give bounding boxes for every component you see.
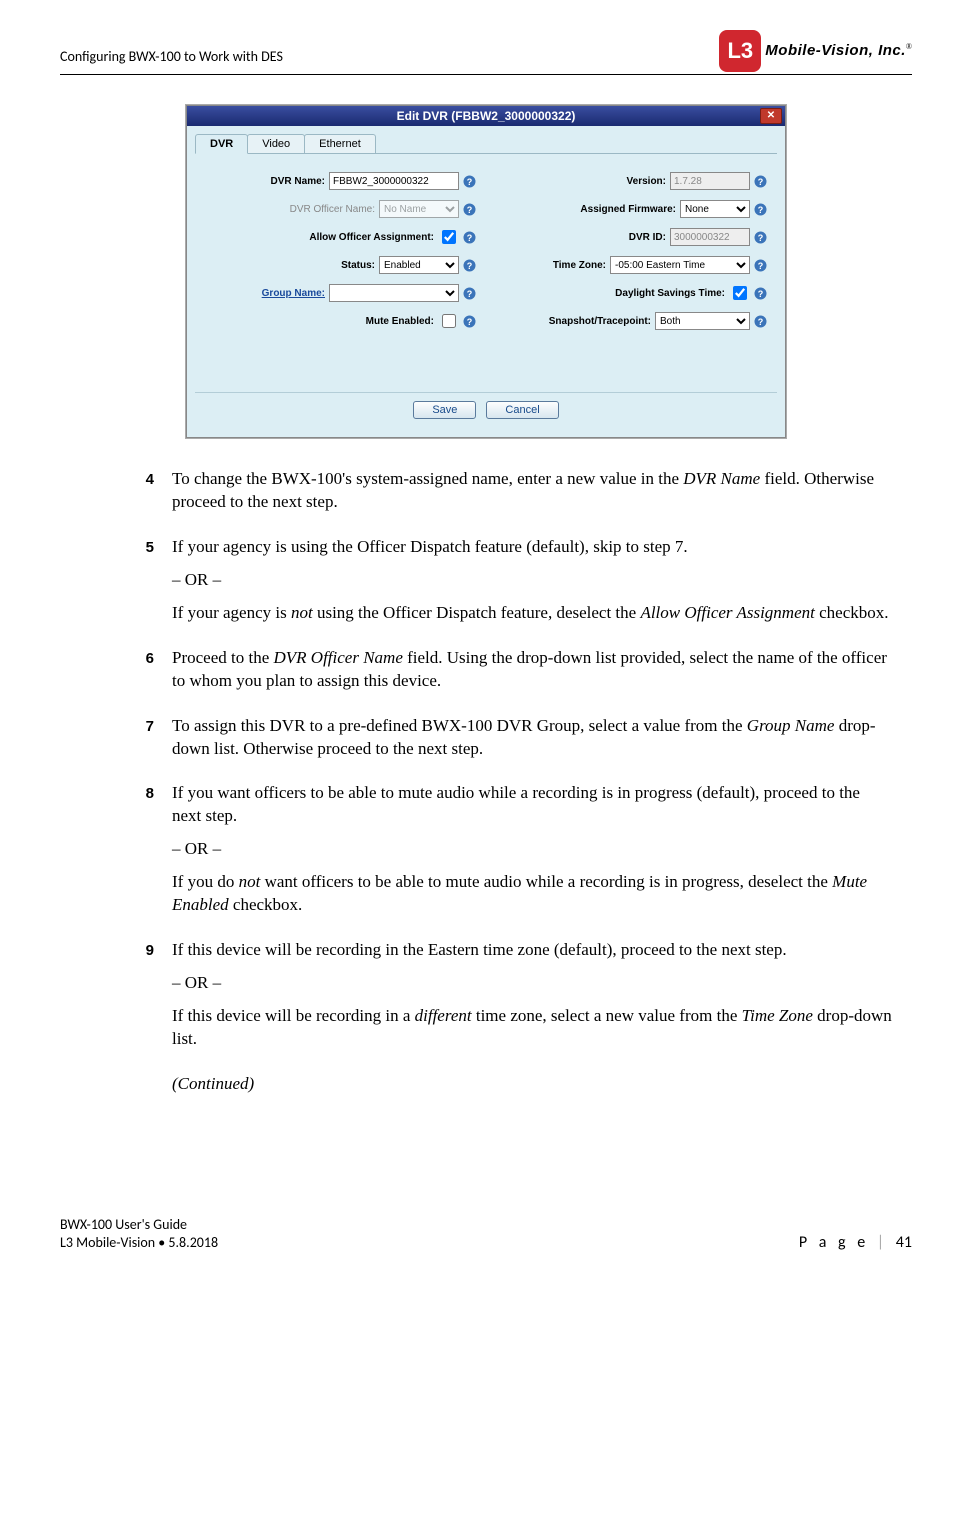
label-version: Version: <box>627 176 666 187</box>
group-name-select[interactable] <box>329 284 459 302</box>
label-timezone: Time Zone: <box>553 260 606 271</box>
row-snapshot: Snapshot/Tracepoint: Both ? <box>496 310 767 332</box>
label-dvr-id: DVR ID: <box>629 232 666 243</box>
timezone-select[interactable]: -05:00 Eastern Time <box>610 256 750 274</box>
dialog-title: Edit DVR (FBBW2_3000000322) <box>397 109 576 123</box>
svg-text:?: ? <box>758 177 764 187</box>
help-icon[interactable]: ? <box>463 287 476 300</box>
snapshot-select[interactable]: Both <box>655 312 750 330</box>
label-status: Status: <box>341 260 375 271</box>
svg-text:?: ? <box>758 317 764 327</box>
step-9: 9 If this device will be recording in th… <box>140 939 892 1096</box>
help-icon[interactable]: ? <box>754 259 767 272</box>
page-number: 41 <box>896 1233 912 1252</box>
step-6: 6 Proceed to the DVR Officer Name field.… <box>140 647 892 693</box>
row-version: Version: ? <box>496 170 767 192</box>
help-icon[interactable]: ? <box>463 203 476 216</box>
step-number: 4 <box>140 468 154 514</box>
label-officer-name: DVR Officer Name: <box>290 204 375 215</box>
svg-text:?: ? <box>758 233 764 243</box>
separator-icon: | <box>877 1233 884 1252</box>
svg-text:?: ? <box>467 261 473 271</box>
row-timezone: Time Zone: -05:00 Eastern Time ? <box>496 254 767 276</box>
tab-video[interactable]: Video <box>247 134 305 153</box>
step-number: 5 <box>140 536 154 625</box>
page-header: Configuring BWX-100 to Work with DES L3 … <box>60 30 912 75</box>
row-dvr-id: DVR ID: ? <box>496 226 767 248</box>
page-footer: BWX-100 User's Guide L3 Mobile-Vision • … <box>60 1216 912 1252</box>
label-allow-officer: Allow Officer Assignment: <box>309 232 434 243</box>
help-icon[interactable]: ? <box>754 175 767 188</box>
step-5: 5 If your agency is using the Officer Di… <box>140 536 892 625</box>
row-dvr-name: DVR Name: ? <box>205 170 476 192</box>
mute-checkbox[interactable] <box>442 314 456 328</box>
row-status: Status: Enabled ? <box>205 254 476 276</box>
label-mute: Mute Enabled: <box>366 316 434 327</box>
logo: L3 Mobile-Vision, Inc.® <box>719 30 912 72</box>
svg-text:?: ? <box>758 289 764 299</box>
logo-mark: L3 <box>719 30 761 72</box>
row-mute: Mute Enabled: ? <box>205 310 476 332</box>
status-select[interactable]: Enabled <box>379 256 459 274</box>
label-dvr-name: DVR Name: <box>271 176 325 187</box>
registered-icon: ® <box>906 42 912 51</box>
tab-ethernet[interactable]: Ethernet <box>304 134 376 153</box>
close-icon[interactable]: ✕ <box>760 108 782 124</box>
svg-text:?: ? <box>758 261 764 271</box>
help-icon[interactable]: ? <box>463 259 476 272</box>
help-icon[interactable]: ? <box>754 287 767 300</box>
tab-row: DVR Video Ethernet <box>195 134 777 154</box>
header-title: Configuring BWX-100 to Work with DES <box>60 30 283 65</box>
cancel-button[interactable]: Cancel <box>486 401 558 419</box>
instruction-steps: 4 To change the BWX-100's system-assigne… <box>60 468 912 1096</box>
step-4: 4 To change the BWX-100's system-assigne… <box>140 468 892 514</box>
dst-checkbox[interactable] <box>733 286 747 300</box>
row-officer-name: DVR Officer Name: No Name ? <box>205 198 476 220</box>
svg-text:?: ? <box>467 233 473 243</box>
step-number: 8 <box>140 782 154 917</box>
svg-text:?: ? <box>467 205 473 215</box>
officer-name-select[interactable]: No Name <box>379 200 459 218</box>
help-icon[interactable]: ? <box>463 175 476 188</box>
dialog-titlebar: Edit DVR (FBBW2_3000000322) ✕ <box>187 106 785 126</box>
allow-officer-checkbox[interactable] <box>442 230 456 244</box>
row-dst: Daylight Savings Time: ? <box>496 282 767 304</box>
footer-guide-title: BWX-100 User's Guide <box>60 1216 218 1234</box>
row-group-name: Group Name: ? <box>205 282 476 304</box>
svg-text:?: ? <box>467 317 473 327</box>
row-firmware: Assigned Firmware: None ? <box>496 198 767 220</box>
logo-brand: Mobile-Vision, Inc. <box>765 42 906 59</box>
footer-company: L3 Mobile-Vision <box>60 1234 158 1251</box>
label-group-name[interactable]: Group Name: <box>262 288 325 299</box>
step-number: 6 <box>140 647 154 693</box>
step-number: 9 <box>140 939 154 1096</box>
label-dst: Daylight Savings Time: <box>615 288 725 299</box>
svg-text:?: ? <box>467 289 473 299</box>
help-icon[interactable]: ? <box>754 203 767 216</box>
firmware-select[interactable]: None <box>680 200 750 218</box>
help-icon[interactable]: ? <box>754 231 767 244</box>
step-7: 7 To assign this DVR to a pre-defined BW… <box>140 715 892 761</box>
row-allow-officer: Allow Officer Assignment: ? <box>205 226 476 248</box>
version-input <box>670 172 750 190</box>
help-icon[interactable]: ? <box>463 231 476 244</box>
dvr-name-input[interactable] <box>329 172 459 190</box>
page-label: P a g e <box>799 1233 869 1252</box>
footer-date: 5.8.2018 <box>165 1234 218 1251</box>
help-icon[interactable]: ? <box>754 315 767 328</box>
edit-dvr-dialog: Edit DVR (FBBW2_3000000322) ✕ DVR Video … <box>186 105 786 438</box>
dvr-id-input <box>670 228 750 246</box>
step-number: 7 <box>140 715 154 761</box>
tab-dvr[interactable]: DVR <box>195 134 248 154</box>
help-icon[interactable]: ? <box>463 315 476 328</box>
continued-note: (Continued) <box>172 1073 892 1096</box>
svg-text:?: ? <box>758 205 764 215</box>
save-button[interactable]: Save <box>413 401 476 419</box>
label-firmware: Assigned Firmware: <box>580 204 676 215</box>
svg-text:?: ? <box>467 177 473 187</box>
step-8: 8 If you want officers to be able to mut… <box>140 782 892 917</box>
label-snapshot: Snapshot/Tracepoint: <box>549 316 651 327</box>
